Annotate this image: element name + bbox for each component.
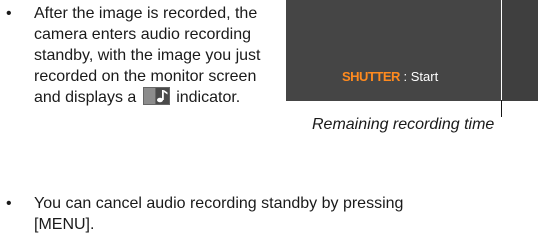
callout-line — [501, 100, 502, 117]
bullet-marker: • — [6, 195, 12, 212]
bullet-marker: • — [6, 5, 12, 22]
screen-divider — [501, 0, 502, 101]
bullet-text-line1: You can cancel audio recording standby b… — [34, 195, 404, 212]
remaining-time-caption: Remaining recording time — [312, 116, 495, 133]
bullet-text-line2: [MENU]. — [34, 216, 95, 233]
bullet-text-after: indicator. — [171, 89, 241, 106]
shutter-key-label: SHUTTER — [342, 69, 400, 84]
bullet-text: After the image is recorded, the camera … — [34, 3, 274, 108]
bullet-item-cancel: • You can cancel audio recording standby… — [6, 193, 538, 239]
bullet-item-standby: • After the image is recorded, the camer… — [6, 3, 276, 163]
shutter-action-text: : Start — [399, 69, 439, 84]
screen-side-panel — [502, 0, 538, 101]
audio-snapshot-icon — [142, 87, 170, 105]
monitor-screen-illustration: SHUTTER : Start — [286, 0, 538, 101]
shutter-start-label: SHUTTER : Start — [342, 68, 438, 86]
